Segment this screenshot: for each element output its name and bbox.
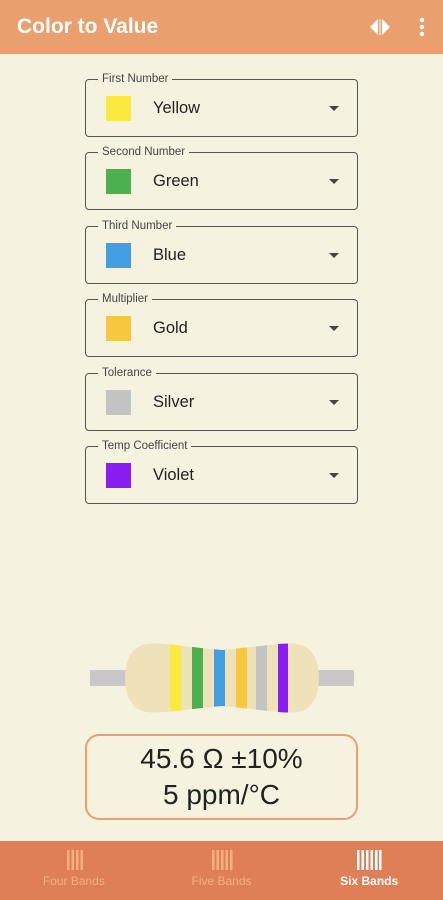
field-value: Blue	[153, 246, 187, 264]
field-label: Temp Coefficient	[98, 439, 192, 453]
dropdown-arrow-icon	[329, 326, 339, 331]
tab-label: Five Bands	[191, 874, 252, 888]
resistor-illustration	[88, 640, 356, 716]
color-swatch	[106, 96, 131, 121]
third-number-dropdown[interactable]: Third Number Blue	[85, 219, 358, 284]
resistance-value: 45.6 Ω ±10%	[140, 743, 303, 774]
six-bands-icon	[357, 850, 382, 870]
four-bands-icon	[66, 850, 83, 870]
field-value: Violet	[153, 466, 194, 484]
color-swatch	[106, 463, 131, 488]
band-3	[214, 643, 225, 713]
dropdown-arrow-icon	[329, 253, 339, 258]
color-swatch	[106, 243, 131, 268]
field-label: Tolerance	[98, 366, 156, 380]
tab-six-bands[interactable]: Six Bands	[295, 841, 443, 900]
result-display: 45.6 Ω ±10% 5 ppm/°C	[85, 734, 358, 820]
tab-label: Four Bands	[42, 874, 105, 888]
dropdown-arrow-icon	[329, 473, 339, 478]
dropdown-arrow-icon	[329, 179, 339, 184]
field-value: Green	[153, 172, 199, 190]
color-swatch	[106, 390, 131, 415]
temp-coefficient-value: 5 ppm/°C	[162, 779, 281, 810]
swap-direction-icon[interactable]	[363, 10, 397, 44]
first-number-dropdown[interactable]: First Number Yellow	[85, 72, 358, 137]
tab-label: Six Bands	[340, 874, 399, 888]
right-lead	[314, 670, 354, 686]
app-title: Color to Value	[17, 15, 159, 38]
more-options-icon[interactable]	[407, 10, 437, 44]
left-lead	[90, 670, 130, 686]
tab-four-bands[interactable]: Four Bands	[0, 841, 148, 900]
band-1	[170, 643, 181, 713]
field-value: Yellow	[153, 99, 201, 117]
field-value: Silver	[153, 393, 195, 411]
band-multiplier	[236, 643, 247, 713]
band-temp-coefficient	[278, 643, 288, 713]
multiplier-dropdown[interactable]: Multiplier Gold	[85, 292, 358, 357]
field-value: Gold	[153, 319, 188, 337]
band-2	[192, 643, 203, 713]
tolerance-dropdown[interactable]: Tolerance Silver	[85, 366, 358, 431]
second-number-dropdown[interactable]: Second Number Green	[85, 145, 358, 210]
field-label: Third Number	[98, 219, 177, 233]
five-bands-icon	[211, 850, 232, 870]
temp-coefficient-dropdown[interactable]: Temp Coefficient Violet	[85, 439, 358, 504]
tab-five-bands[interactable]: Five Bands	[148, 841, 296, 900]
dropdown-arrow-icon	[329, 400, 339, 405]
color-swatch	[106, 316, 131, 341]
field-label: Second Number	[98, 145, 190, 159]
band-tolerance	[256, 643, 267, 713]
color-swatch	[106, 169, 131, 194]
bottom-navigation: Four Bands Five Bands Six Bands	[0, 841, 443, 900]
field-label: Multiplier	[98, 292, 153, 306]
field-label: First Number	[98, 72, 173, 86]
dropdown-arrow-icon	[329, 106, 339, 111]
app-bar: Color to Value	[0, 0, 443, 54]
